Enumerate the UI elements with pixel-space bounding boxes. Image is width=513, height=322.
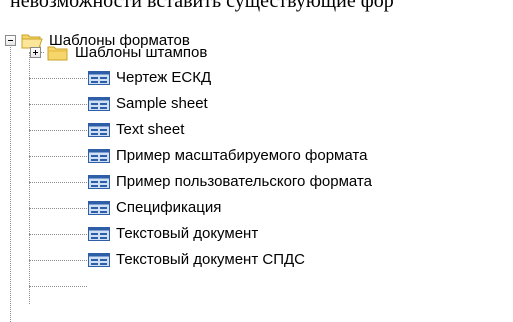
tree-branch-line [29,286,87,287]
tree-branch-line [29,78,87,79]
tree-node-label: Sample sheet [116,95,208,112]
tree-branch-line [29,130,87,131]
tree-node-text-document-spds[interactable]: Текстовый документ СПДС [88,247,305,273]
sheet-template-icon [88,149,110,163]
tree-branch-line [29,182,87,183]
screenshot-canvas: невозможности вставить существующие фор … [0,0,513,322]
tree-branch-line [29,234,87,235]
collapse-toggle-root[interactable] [5,35,16,46]
tree-node-label: Пример масштабируемого формата [116,147,368,164]
tree-guide-line [29,52,30,304]
tree-node-text-sheet[interactable]: Text sheet [88,117,184,143]
tree-guide-line-root [10,40,11,322]
tree-node-label: Текстовый документ СПДС [116,251,305,268]
sheet-template-icon [88,97,110,111]
sheet-template-icon [88,175,110,189]
tree-branch-line [29,156,87,157]
sheet-template-icon [88,71,110,85]
tree-node-label: Спецификация [116,199,222,216]
tree-node-user-format-example[interactable]: Пример пользовательского формата [88,169,372,195]
expand-toggle-stamps[interactable] [30,47,41,58]
sheet-template-icon [88,227,110,241]
folder-icon [47,46,68,61]
tree-node-label: Пример пользовательского формата [116,173,372,190]
tree-node-label: Text sheet [116,121,185,138]
tree-node-label: Шаблоны штампов [75,44,208,61]
tree-branch-line [29,104,87,105]
tree-node-eskd-drawing[interactable]: Чертеж ЕСКД [88,65,211,91]
tree-node-label: Чертеж ЕСКД [116,69,212,86]
tree-node-specification[interactable]: Спецификация [88,195,221,221]
tree-node-scalable-format-example[interactable]: Пример масштабируемого формата [88,143,367,169]
sheet-template-icon [88,123,110,137]
format-templates-tree[interactable]: Шаблоны форматов Шаблоны штампов Чертеж … [0,0,513,322]
sheet-template-icon [88,253,110,267]
tree-node-label: Текстовый документ [116,225,259,242]
tree-branch-line [29,208,87,209]
sheet-template-icon [88,201,110,215]
tree-branch-line [29,260,87,261]
tree-node-sample-sheet[interactable]: Sample sheet [88,91,208,117]
tree-node-text-document[interactable]: Текстовый документ [88,221,258,247]
tree-node-stamp-templates[interactable]: Шаблоны штампов [47,40,207,66]
